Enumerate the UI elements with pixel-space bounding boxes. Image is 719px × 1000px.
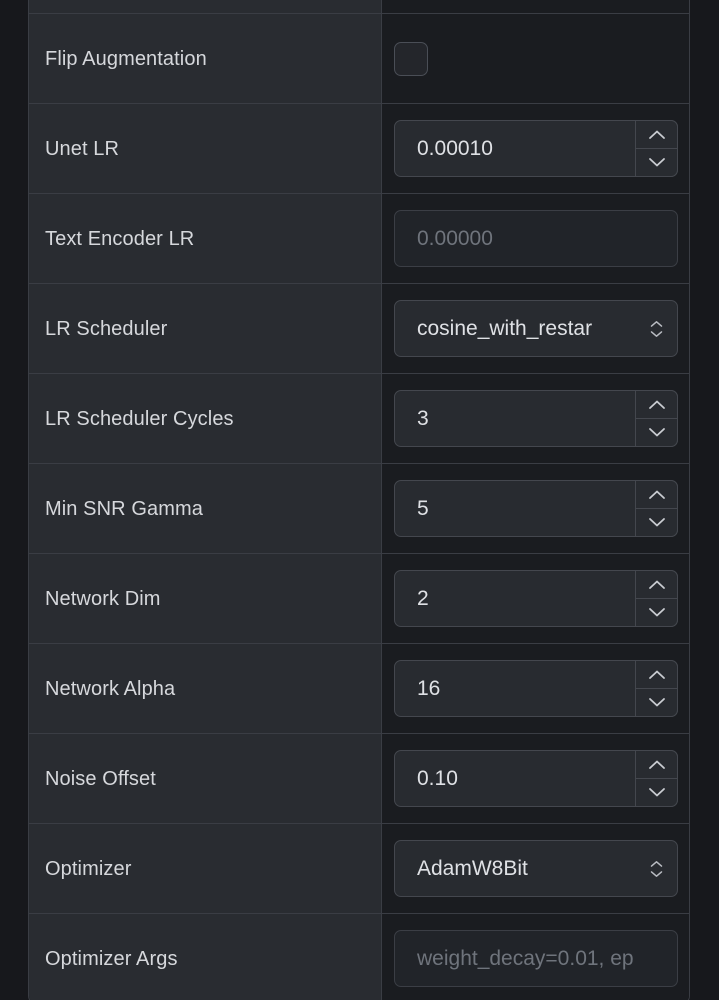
chevron-up-icon[interactable] <box>636 481 677 508</box>
select-updown-icon <box>650 320 663 337</box>
text-input-value-text-encoder-lr: 0.00000 <box>417 226 493 250</box>
settings-row-noise-offset: Noise Offset 0.10 <box>29 733 689 823</box>
number-input-value-min-snr-gamma: 5 <box>417 496 429 520</box>
select-lr-scheduler[interactable]: cosine_with_restar <box>394 300 678 357</box>
setting-label-network-dim: Network Dim <box>45 587 161 610</box>
training-settings-table: Flip Augmentation Unet LR 0.00010 Text Enco… <box>28 0 690 1000</box>
setting-label-lr-scheduler-cycles: LR Scheduler Cycles <box>45 407 234 430</box>
number-input-value-noise-offset: 0.10 <box>417 766 458 790</box>
number-input-network-dim[interactable]: 2 <box>394 570 678 627</box>
settings-row-row <box>29 0 689 13</box>
setting-label-flip-augmentation: Flip Augmentation <box>45 47 207 70</box>
text-input-text-encoder-lr[interactable]: 0.00000 <box>394 210 678 267</box>
label-cell-row <box>29 0 382 13</box>
label-cell-optimizer-args: Optimizer Args <box>29 914 382 1000</box>
number-input-unet-lr[interactable]: 0.00010 <box>394 120 678 177</box>
chevron-down-icon[interactable] <box>636 148 677 176</box>
spinner-lr-scheduler-cycles <box>635 390 678 447</box>
settings-row-lr-scheduler: LR Scheduler cosine_with_restar <box>29 283 689 373</box>
number-input-value-unet-lr: 0.00010 <box>417 136 493 160</box>
select-updown-icon <box>650 860 663 877</box>
select-value-optimizer: AdamW8Bit <box>417 856 528 880</box>
chevron-down-icon[interactable] <box>636 508 677 536</box>
setting-label-network-alpha: Network Alpha <box>45 677 176 700</box>
number-input-value-lr-scheduler-cycles: 3 <box>417 406 429 430</box>
text-input-optimizer-args[interactable]: weight_decay=0.01, ep <box>394 930 678 987</box>
settings-row-min-snr-gamma: Min SNR Gamma 5 <box>29 463 689 553</box>
label-cell-flip-augmentation: Flip Augmentation <box>29 14 382 103</box>
label-cell-network-alpha: Network Alpha <box>29 644 382 733</box>
setting-label-text-encoder-lr: Text Encoder LR <box>45 227 195 250</box>
label-cell-network-dim: Network Dim <box>29 554 382 643</box>
label-cell-lr-scheduler: LR Scheduler <box>29 284 382 373</box>
control-cell-lr-scheduler: cosine_with_restar <box>382 284 689 373</box>
control-cell-optimizer-args: weight_decay=0.01, ep <box>382 914 689 1000</box>
spinner-noise-offset <box>635 750 678 807</box>
setting-label-lr-scheduler: LR Scheduler <box>45 317 168 340</box>
settings-row-unet-lr: Unet LR 0.00010 <box>29 103 689 193</box>
control-cell-text-encoder-lr: 0.00000 <box>382 194 689 283</box>
number-input-noise-offset[interactable]: 0.10 <box>394 750 678 807</box>
chevron-down-icon[interactable] <box>636 688 677 716</box>
settings-row-optimizer-args: Optimizer Args weight_decay=0.01, ep <box>29 913 689 1000</box>
number-input-value-network-alpha: 16 <box>417 676 441 700</box>
select-optimizer[interactable]: AdamW8Bit <box>394 840 678 897</box>
control-cell-unet-lr: 0.00010 <box>382 104 689 193</box>
settings-row-text-encoder-lr: Text Encoder LR 0.00000 <box>29 193 689 283</box>
label-cell-min-snr-gamma: Min SNR Gamma <box>29 464 382 553</box>
spinner-min-snr-gamma <box>635 480 678 537</box>
control-cell-flip-augmentation <box>382 14 689 103</box>
label-cell-noise-offset: Noise Offset <box>29 734 382 823</box>
label-cell-optimizer: Optimizer <box>29 824 382 913</box>
number-input-network-alpha[interactable]: 16 <box>394 660 678 717</box>
chevron-down-icon[interactable] <box>636 418 677 446</box>
spinner-network-dim <box>635 570 678 627</box>
spinner-network-alpha <box>635 660 678 717</box>
settings-row-network-alpha: Network Alpha 16 <box>29 643 689 733</box>
chevron-up-icon[interactable] <box>636 751 677 778</box>
setting-label-unet-lr: Unet LR <box>45 137 120 160</box>
label-cell-text-encoder-lr: Text Encoder LR <box>29 194 382 283</box>
chevron-down-icon[interactable] <box>636 598 677 626</box>
number-input-lr-scheduler-cycles[interactable]: 3 <box>394 390 678 447</box>
spinner-unet-lr <box>635 120 678 177</box>
settings-row-network-dim: Network Dim 2 <box>29 553 689 643</box>
setting-label-noise-offset: Noise Offset <box>45 767 156 790</box>
control-cell-network-dim: 2 <box>382 554 689 643</box>
chevron-up-icon[interactable] <box>636 121 677 148</box>
control-cell-row <box>382 0 689 13</box>
control-cell-noise-offset: 0.10 <box>382 734 689 823</box>
settings-row-lr-scheduler-cycles: LR Scheduler Cycles 3 <box>29 373 689 463</box>
settings-scroll-viewport[interactable]: Flip Augmentation Unet LR 0.00010 Text Enco… <box>0 0 719 1000</box>
number-input-min-snr-gamma[interactable]: 5 <box>394 480 678 537</box>
checkbox-flip-augmentation[interactable] <box>394 41 428 76</box>
label-cell-unet-lr: Unet LR <box>29 104 382 193</box>
number-input-value-network-dim: 2 <box>417 586 429 610</box>
control-cell-min-snr-gamma: 5 <box>382 464 689 553</box>
chevron-down-icon[interactable] <box>636 778 677 806</box>
control-cell-optimizer: AdamW8Bit <box>382 824 689 913</box>
setting-label-optimizer-args: Optimizer Args <box>45 947 178 970</box>
select-value-lr-scheduler: cosine_with_restar <box>417 316 593 340</box>
chevron-up-icon[interactable] <box>636 391 677 418</box>
settings-row-flip-augmentation: Flip Augmentation <box>29 13 689 103</box>
setting-label-optimizer: Optimizer <box>45 857 132 880</box>
chevron-up-icon[interactable] <box>636 571 677 598</box>
control-cell-network-alpha: 16 <box>382 644 689 733</box>
setting-label-min-snr-gamma: Min SNR Gamma <box>45 497 203 520</box>
control-cell-lr-scheduler-cycles: 3 <box>382 374 689 463</box>
settings-row-optimizer: Optimizer AdamW8Bit <box>29 823 689 913</box>
text-input-value-optimizer-args: weight_decay=0.01, ep <box>417 946 634 970</box>
label-cell-lr-scheduler-cycles: LR Scheduler Cycles <box>29 374 382 463</box>
chevron-up-icon[interactable] <box>636 661 677 688</box>
